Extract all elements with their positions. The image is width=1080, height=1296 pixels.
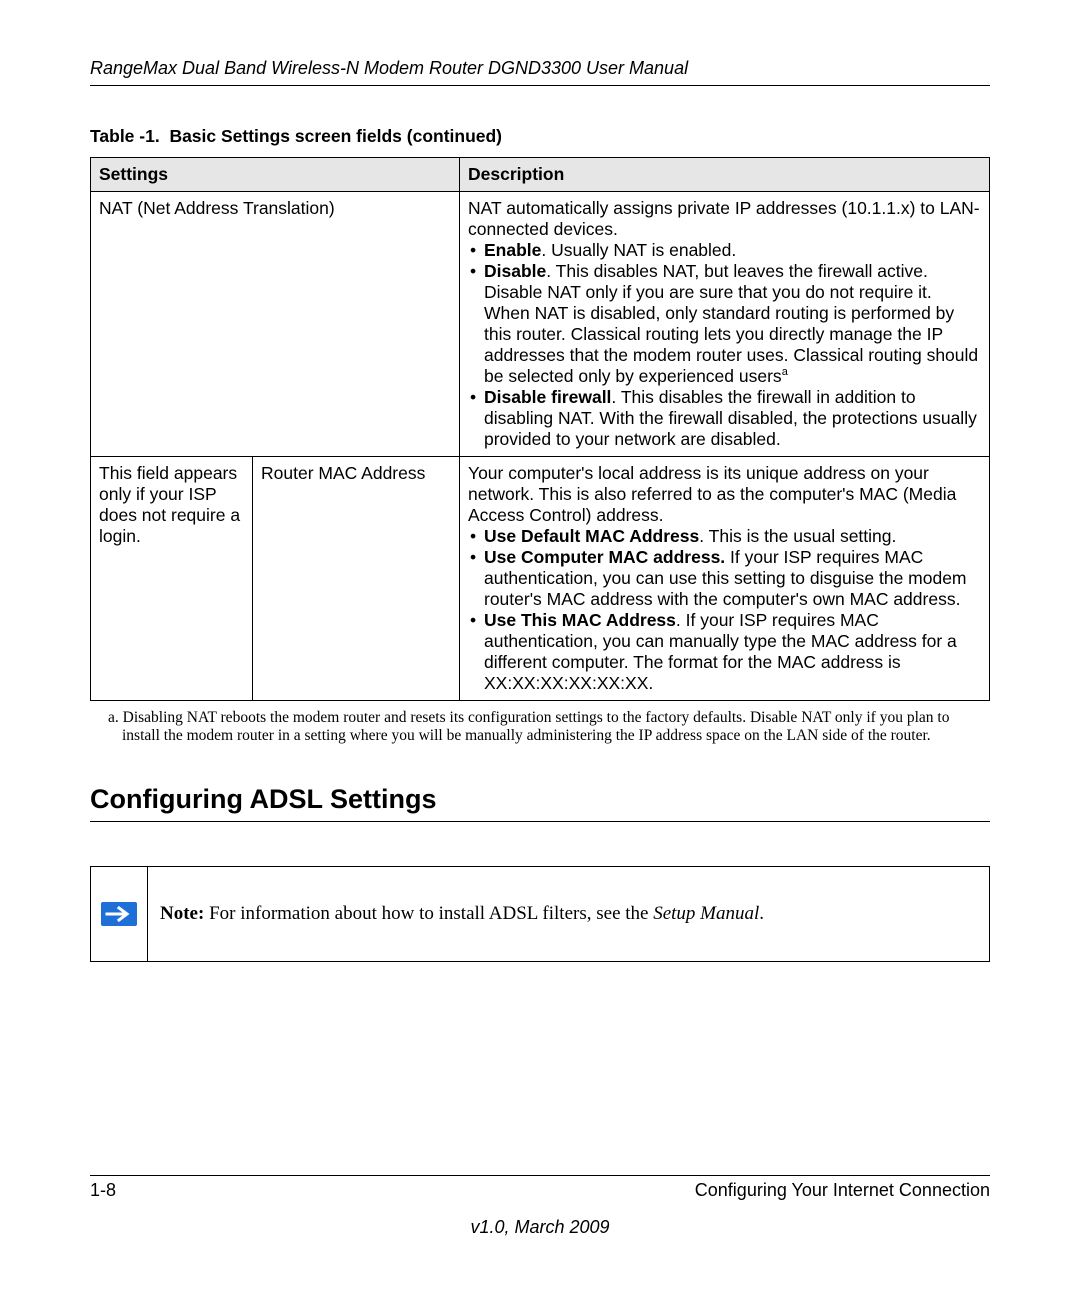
item-label: Disable firewall — [484, 387, 611, 407]
chapter-title: Configuring Your Internet Connection — [695, 1180, 990, 1201]
footnote-text: Disabling NAT reboots the modem router a… — [122, 709, 949, 744]
setting-desc: NAT automatically assigns private IP add… — [460, 192, 990, 457]
item-label: Enable — [484, 240, 541, 260]
settings-table: Settings Description NAT (Net Address Tr… — [90, 157, 990, 701]
page-header: RangeMax Dual Band Wireless-N Modem Rout… — [90, 58, 990, 86]
note-icon-cell — [91, 867, 148, 961]
item-text: . This disables NAT, but leaves the fire… — [484, 261, 978, 386]
desc-intro: Your computer's local address is its uni… — [468, 463, 956, 525]
table-caption-text: Basic Settings screen fields (continued) — [169, 126, 502, 146]
table-header-row: Settings Description — [91, 158, 990, 192]
table-row: This field appears only if your ISP does… — [91, 457, 990, 701]
setting-condition: This field appears only if your ISP does… — [91, 457, 253, 701]
page-number: 1-8 — [90, 1180, 116, 1201]
item-label: Disable — [484, 261, 546, 281]
list-item: Use Default MAC Address. This is the usu… — [484, 526, 981, 547]
item-label: Use This MAC Address — [484, 610, 676, 630]
list-item: Enable. Usually NAT is enabled. — [484, 240, 981, 261]
note-text: Note: For information about how to insta… — [148, 867, 989, 961]
list-item: Use Computer MAC address. If your ISP re… — [484, 547, 981, 610]
note-label: Note: — [160, 903, 204, 924]
table-row: NAT (Net Address Translation) NAT automa… — [91, 192, 990, 457]
desc-list: Enable. Usually NAT is enabled. Disable.… — [468, 240, 981, 450]
list-item: Disable. This disables NAT, but leaves t… — [484, 261, 981, 387]
table-caption-prefix: Table -1. — [90, 126, 160, 146]
table-caption: Table -1. Basic Settings screen fields (… — [90, 126, 990, 147]
item-label: Use Default MAC Address — [484, 526, 699, 546]
footnote-ref: a — [782, 366, 788, 378]
desc-list: Use Default MAC Address. This is the usu… — [468, 526, 981, 694]
note-body: For information about how to install ADS… — [204, 903, 653, 924]
note-box: Note: For information about how to insta… — [90, 866, 990, 962]
item-text: . Usually NAT is enabled. — [541, 240, 736, 260]
list-item: Disable firewall. This disables the fire… — [484, 387, 981, 450]
arrow-right-icon — [101, 902, 137, 926]
desc-intro: NAT automatically assigns private IP add… — [468, 198, 980, 239]
setting-name: NAT (Net Address Translation) — [91, 192, 460, 457]
note-after: . — [759, 903, 764, 924]
section-heading: Configuring ADSL Settings — [90, 784, 990, 822]
setting-desc: Your computer's local address is its uni… — [460, 457, 990, 701]
footer-version: v1.0, March 2009 — [90, 1217, 990, 1238]
footnote: a. Disabling NAT reboots the modem route… — [108, 709, 990, 746]
item-text: . This is the usual setting. — [699, 526, 896, 546]
col-description: Description — [460, 158, 990, 192]
note-emph: Setup Manual — [653, 903, 759, 924]
list-item: Use This MAC Address. If your ISP requir… — [484, 610, 981, 694]
item-label: Use Computer MAC address. — [484, 547, 725, 567]
page-footer: 1-8 Configuring Your Internet Connection… — [90, 1175, 990, 1238]
setting-name: Router MAC Address — [253, 457, 460, 701]
col-settings: Settings — [91, 158, 460, 192]
footnote-marker: a. — [108, 709, 119, 726]
footer-line: 1-8 Configuring Your Internet Connection — [90, 1175, 990, 1201]
